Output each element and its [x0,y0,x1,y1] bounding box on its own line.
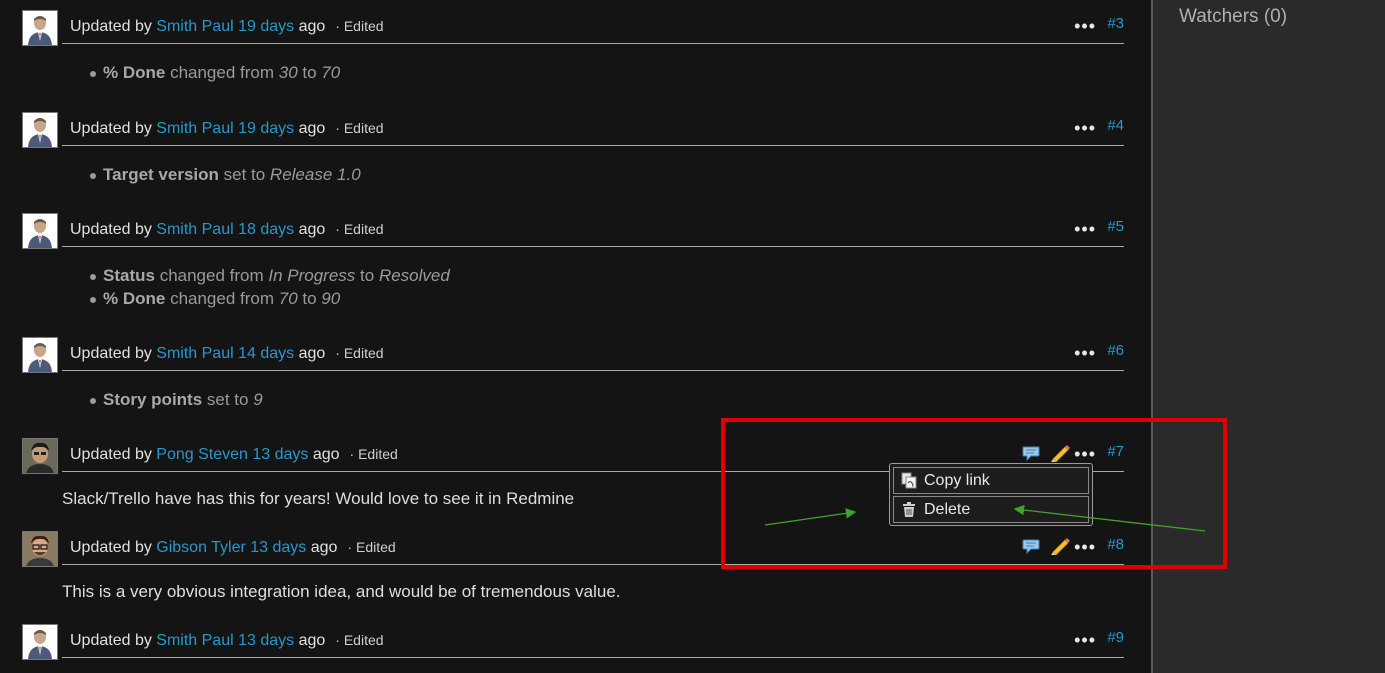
journal-details: % Done changed from 30 to 70 [90,61,340,84]
journal-header: Updated by Smith Paul 18 days ago · Edite… [62,213,1124,247]
more-actions-icon[interactable]: ••• [1074,11,1096,41]
journal-number-link[interactable]: #7 [1107,437,1124,467]
journal-details: Target version set to Release 1.0 [90,163,361,186]
journal-number-link[interactable]: #6 [1107,336,1124,366]
detail-item: Status changed from In Progress to Resol… [90,264,450,287]
edit-icon[interactable] [1050,537,1070,555]
journal-summary: Updated by Smith Paul 19 days ago · Edite… [70,18,384,35]
journal-details: Status changed from In Progress to Resol… [90,264,450,310]
author-link[interactable]: Smith Paul [156,120,233,137]
journal-summary: Updated by Pong Steven 13 days ago · Edit… [70,446,398,463]
author-link[interactable]: Pong Steven [156,446,248,463]
avatar [22,112,58,148]
journal-summary: Updated by Gibson Tyler 13 days ago · Edi… [70,539,396,556]
journal-summary: Updated by Smith Paul 13 days ago · Edite… [70,632,384,649]
edited-indicator: · Edited [335,632,384,648]
avatar [22,624,58,660]
edited-indicator: · Edited [349,446,398,462]
issue-history: Updated by Smith Paul 19 days ago · Edite… [0,0,1151,673]
delete-label: Delete [924,501,971,518]
edited-indicator: · Edited [335,221,384,237]
journal-header: Updated by Smith Paul 14 days ago · Edite… [62,337,1124,371]
quote-icon[interactable] [1022,538,1040,554]
avatar [22,531,58,567]
more-actions-icon[interactable]: ••• [1074,532,1096,562]
avatar [22,10,58,46]
journal-summary: Updated by Smith Paul 18 days ago · Edite… [70,221,384,238]
author-link[interactable]: Gibson Tyler [156,539,246,556]
avatar [22,213,58,249]
copy-link-menu-item[interactable]: Copy link [893,467,1089,494]
journal-number-link[interactable]: #5 [1107,212,1124,242]
time-link[interactable]: 13 days [238,632,294,649]
time-link[interactable]: 14 days [238,345,294,362]
avatar [22,438,58,474]
journal-note: This is a very obvious integration idea,… [62,582,621,601]
sidebar: Watchers (0) [1151,0,1385,673]
trash-icon [903,502,915,517]
detail-item: % Done changed from 30 to 70 [90,61,340,84]
journal-summary: Updated by Smith Paul 14 days ago · Edite… [70,345,384,362]
edited-indicator: · Edited [335,345,384,361]
time-link[interactable]: 19 days [238,120,294,137]
more-actions-icon[interactable]: ••• [1074,113,1096,143]
edited-indicator: · Edited [335,120,384,136]
journal-header: Updated by Smith Paul 19 days ago · Edite… [62,10,1124,44]
detail-item: Story points set to 9 [90,388,263,411]
copy-link-icon [901,472,917,489]
time-link[interactable]: 18 days [238,221,294,238]
author-link[interactable]: Smith Paul [156,221,233,238]
detail-item: Target version set to Release 1.0 [90,163,361,186]
journal-number-link[interactable]: #4 [1107,111,1124,141]
journal-note: Slack/Trello have has this for years! Wo… [62,489,575,508]
journal-header: Updated by Smith Paul 19 days ago · Edite… [62,112,1124,146]
journal-details: Story points set to 9 [90,388,263,411]
detail-item: % Done changed from 70 to 90 [90,287,450,310]
author-link[interactable]: Smith Paul [156,345,233,362]
time-link[interactable]: 13 days [250,539,306,556]
edited-indicator: · Edited [347,539,396,555]
journal-number-link[interactable]: #8 [1107,530,1124,560]
edit-icon[interactable] [1050,444,1070,462]
journal-number-link[interactable]: #3 [1107,9,1124,39]
more-actions-icon[interactable]: ••• [1074,625,1096,655]
author-link[interactable]: Smith Paul [156,632,233,649]
copy-link-label: Copy link [924,472,990,489]
journal-summary: Updated by Smith Paul 19 days ago · Edite… [70,120,384,137]
avatar [22,337,58,373]
edited-indicator: · Edited [335,18,384,34]
watchers-heading: Watchers (0) [1179,6,1288,27]
journal-header: Updated by Gibson Tyler 13 days ago · Edi… [62,531,1124,565]
journal-number-link[interactable]: #9 [1107,623,1124,653]
more-actions-icon[interactable]: ••• [1074,338,1096,368]
delete-menu-item[interactable]: Delete [893,496,1089,523]
journal-header: Updated by Smith Paul 13 days ago · Edite… [62,624,1124,658]
author-link[interactable]: Smith Paul [156,18,233,35]
journal-context-menu: Copy link Delete [889,463,1093,526]
time-link[interactable]: 19 days [238,18,294,35]
more-actions-icon[interactable]: ••• [1074,214,1096,244]
quote-icon[interactable] [1022,445,1040,461]
time-link[interactable]: 13 days [252,446,308,463]
